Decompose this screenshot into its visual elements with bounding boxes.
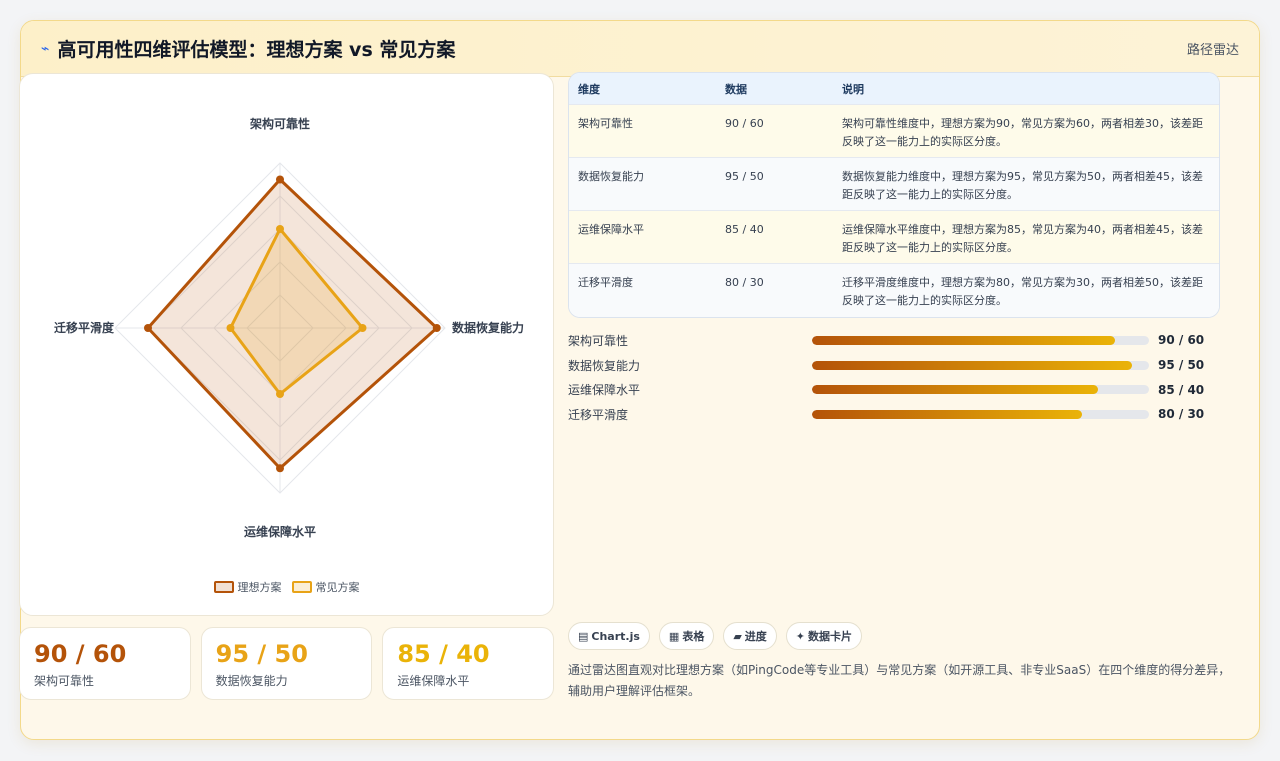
table-cell-note: 数据恢复能力维度中，理想方案为95，常见方案为50，两者相差45，该差距反映了这… <box>842 170 1203 201</box>
stat-label: 数据恢复能力 <box>215 674 288 688</box>
stat-label: 架构可靠性 <box>34 674 95 688</box>
progress-fill <box>812 335 1116 345</box>
tag-label: 数据卡片 <box>808 630 853 643</box>
pulse-icon: ⌁ <box>41 40 50 57</box>
progress-label: 迁移平滑度 <box>568 407 629 422</box>
tag-data-card[interactable]: ✦ 数据卡片 <box>785 622 863 650</box>
stat-cards: 90 / 60 架构可靠性 95 / 50 数据恢复能力 85 / 40 运维保… <box>19 627 555 700</box>
data-point <box>276 225 284 233</box>
table-row: 数据恢复能力 95 / 50 数据恢复能力维度中，理想方案为95，常见方案为50… <box>569 158 1219 211</box>
progress-track <box>812 335 1149 345</box>
legend-item-ideal[interactable]: 理想方案 <box>213 579 282 595</box>
tag-label: 进度 <box>744 630 767 643</box>
table-cell-dimension: 运维保障水平 <box>578 223 644 236</box>
tag-label: 表格 <box>682 630 705 643</box>
table-header-dimension: 维度 <box>578 82 600 96</box>
tag-progress[interactable]: ▰ 进度 <box>723 622 777 650</box>
data-point <box>144 324 152 332</box>
stat-card: 95 / 50 数据恢复能力 <box>200 627 373 700</box>
table-row: 架构可靠性 90 / 60 架构可靠性维度中，理想方案为90，常见方案为60，两… <box>569 105 1219 158</box>
table-header-note: 说明 <box>842 82 864 96</box>
table-cell-dimension: 迁移平滑度 <box>578 276 633 289</box>
table-cell-data: 90 / 60 <box>725 117 764 130</box>
chart-icon: ▤ <box>578 629 589 643</box>
progress-label: 运维保障水平 <box>568 383 641 398</box>
table-row: 迁移平滑度 80 / 30 迁移平滑度维度中，理想方案为80，常见方案为30，两… <box>569 264 1219 317</box>
data-point <box>432 324 441 332</box>
table-cell-data: 95 / 50 <box>725 170 764 183</box>
progress-fill <box>812 385 1099 395</box>
radar-chart-card: 架构可靠性数据恢复能力运维保障水平 迁移平滑度 理想方案 常见方案 <box>19 73 554 616</box>
data-point <box>276 464 284 473</box>
table-cell-data: 80 / 30 <box>725 276 764 289</box>
left-panel: 架构可靠性 数据恢复能力 运维保障水平 迁移平滑度 理想方案 常见方案 90 / 60… <box>19 73 555 700</box>
axis-label: 运维保障水平 <box>244 524 316 539</box>
table-header-data: 数据 <box>725 82 747 96</box>
progress-value: 95 / 50 <box>1158 358 1205 373</box>
progress-value: 85 / 40 <box>1158 382 1205 397</box>
axis-label: 数据恢复能力 <box>452 320 524 335</box>
progress-row: 迁移平滑度 80 / 30 <box>568 402 1220 427</box>
legend-item-common[interactable]: 常见方案 <box>291 579 360 595</box>
progress-label: 架构可靠性 <box>568 333 629 348</box>
tag-list: ▤ Chart.js ▦ 表格 ▰ 进度 ✦ 数据卡片 <box>568 622 863 650</box>
data-table: 维度 数据 说明 架构可靠性 90 / 60 架构可靠性维度中，理想方案为90，… <box>568 72 1220 318</box>
stat-value: 95 / 50 <box>215 640 308 668</box>
path-radar-label: 路径雷达 <box>1186 43 1239 58</box>
progress-row: 运维保障水平 85 / 40 <box>568 377 1220 402</box>
legend-swatch-common <box>291 581 312 593</box>
legend-swatch-ideal <box>213 581 234 593</box>
legend-label-common: 常见方案 <box>315 581 360 594</box>
axis-label: 架构可靠性 <box>249 116 310 131</box>
progress-track <box>812 360 1149 370</box>
table-cell-note: 架构可靠性维度中，理想方案为90，常见方案为60，两者相差30，该差距反映了这一… <box>842 117 1203 148</box>
sparkle-icon: ✦ <box>795 629 806 643</box>
tag-label: Chart.js <box>591 629 640 643</box>
progress-list: 架构可靠性 90 / 60 数据恢复能力 95 / 50 运维保障水平 85 /… <box>568 328 1220 427</box>
header: ⌁ 高可用性四维评估模型：理想方案 vs 常见方案 路径雷达 <box>21 21 1259 77</box>
data-point <box>358 324 367 332</box>
table-cell-note: 迁移平滑度维度中，理想方案为80，常见方案为30，两者相差50，该差距反映了这一… <box>842 276 1203 307</box>
progress-icon: ▰ <box>733 629 742 643</box>
progress-track <box>812 409 1149 419</box>
radar-chart: 架构可靠性数据恢复能力运维保障水平 迁移平滑度 <box>54 116 524 539</box>
right-panel: 维度 数据 说明 架构可靠性 90 / 60 架构可靠性维度中，理想方案为90，… <box>568 72 1220 427</box>
progress-fill <box>812 409 1082 419</box>
table-header-row: 维度 数据 说明 <box>569 73 1219 105</box>
stat-value: 85 / 40 <box>397 640 490 668</box>
table-cell-data: 85 / 40 <box>725 223 764 236</box>
progress-row: 架构可靠性 90 / 60 <box>568 328 1220 353</box>
table-cell-dimension: 架构可靠性 <box>578 117 633 130</box>
data-point <box>276 175 284 184</box>
page-title: 高可用性四维评估模型：理想方案 vs 常见方案 <box>57 39 456 61</box>
progress-track <box>812 385 1149 395</box>
progress-row: 数据恢复能力 95 / 50 <box>568 353 1220 378</box>
table-row: 运维保障水平 85 / 40 运维保障水平维度中，理想方案为85，常见方案为40… <box>569 211 1219 264</box>
stat-card: 85 / 40 运维保障水平 <box>382 627 555 700</box>
progress-value: 80 / 30 <box>1158 407 1205 422</box>
legend-label-ideal: 理想方案 <box>237 581 282 594</box>
data-point <box>276 390 284 398</box>
stat-card: 90 / 60 架构可靠性 <box>19 627 191 700</box>
stat-value: 90 / 60 <box>34 640 127 668</box>
stat-label: 运维保障水平 <box>397 674 470 688</box>
tag-table[interactable]: ▦ 表格 <box>658 622 715 650</box>
table-icon: ▦ <box>668 629 680 643</box>
chart-legend: 理想方案 常见方案 <box>20 579 553 595</box>
data-point <box>226 324 235 332</box>
table-cell-dimension: 数据恢复能力 <box>578 170 644 183</box>
description: 通过雷达图直观对比理想方案（如PingCode等专业工具）与常见方案（如开源工具… <box>568 663 1231 698</box>
progress-fill <box>812 360 1133 370</box>
progress-label: 数据恢复能力 <box>568 358 641 373</box>
axis-label: 迁移平滑度 <box>54 320 115 335</box>
progress-value: 90 / 60 <box>1158 333 1205 348</box>
table-cell-note: 运维保障水平维度中，理想方案为85，常见方案为40，两者相差45，该差距反映了这… <box>842 223 1203 254</box>
tag-chartjs[interactable]: ▤ Chart.js <box>568 622 650 650</box>
